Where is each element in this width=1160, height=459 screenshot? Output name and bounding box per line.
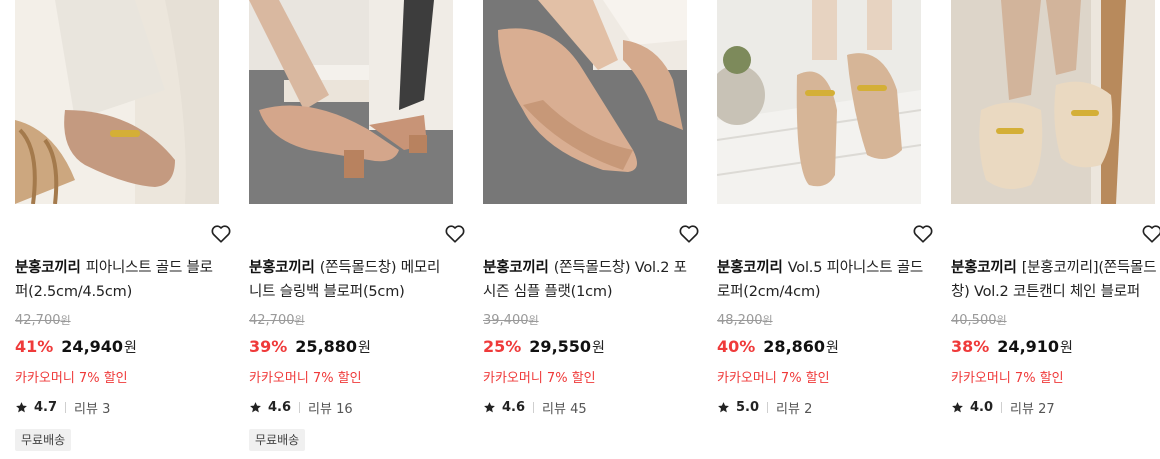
review-count: 리뷰 2 [776, 402, 813, 417]
heart-outline-icon [445, 225, 465, 243]
wishlist-button[interactable] [1140, 222, 1160, 246]
product-card[interactable]: 분홍코끼리 (쫀득몰드창) Vol.2 포시즌 심플 플랫(1cm) 39,400… [483, 0, 701, 459]
wishlist-button[interactable] [209, 222, 233, 246]
product-title[interactable]: 분홍코끼리 Vol.5 피아니스트 골드 로퍼(2cm/4cm) [717, 256, 925, 304]
product-title[interactable]: 분홍코끼리 (쫀득몰드창) Vol.2 포시즌 심플 플랫(1cm) [483, 256, 691, 304]
price-row: 41% 24,940 원 [15, 337, 137, 357]
star-icon [484, 402, 495, 413]
original-price: 42,700원 [15, 313, 71, 328]
rating-row: 4.6 리뷰 45 [483, 398, 587, 417]
heart-outline-icon [679, 225, 699, 243]
rating-value: 4.6 [268, 400, 292, 415]
discount-rate: 39% [249, 337, 288, 356]
discount-rate: 40% [717, 337, 756, 356]
sale-price: 24,940 [61, 337, 124, 356]
currency-unit: 원 [358, 340, 371, 356]
review-count: 리뷰 45 [542, 402, 587, 417]
discount-rate: 41% [15, 337, 54, 356]
currency-unit: 원 [592, 340, 605, 356]
product-grid: 분홍코끼리 피아니스트 골드 블로퍼(2.5cm/4.5cm) 42,700원 4… [0, 0, 1160, 459]
rating-value: 4.7 [34, 400, 58, 415]
product-image[interactable] [15, 0, 219, 204]
kakao-discount: 카카오머니 7% 할인 [717, 371, 830, 386]
free-shipping-badge: 무료배송 [249, 429, 306, 451]
kakao-discount: 카카오머니 7% 할인 [951, 371, 1064, 386]
discount-rate: 25% [483, 337, 522, 356]
sale-price: 25,880 [295, 337, 358, 356]
kakao-discount: 카카오머니 7% 할인 [249, 371, 362, 386]
product-title[interactable]: 분홍코끼리 피아니스트 골드 블로퍼(2.5cm/4.5cm) [15, 256, 223, 304]
star-icon [718, 402, 729, 413]
review-count: 리뷰 3 [74, 402, 111, 417]
original-price: 39,400원 [483, 313, 539, 328]
brand-name: 분홍코끼리 [951, 260, 1017, 276]
sale-price: 28,860 [763, 337, 826, 356]
product-image[interactable] [717, 0, 921, 204]
divider [767, 402, 769, 413]
free-shipping-badge: 무료배송 [15, 429, 72, 451]
product-image[interactable] [951, 0, 1155, 204]
rating-row: 4.7 리뷰 3 [15, 398, 110, 417]
brand-name: 분홍코끼리 [717, 260, 783, 276]
currency-unit: 원 [124, 340, 137, 356]
divider [533, 402, 535, 413]
product-photo-loafer [717, 0, 921, 204]
rating-value: 4.6 [502, 400, 526, 415]
divider [1001, 402, 1003, 413]
price-row: 40% 28,860 원 [717, 337, 839, 357]
wishlist-button[interactable] [443, 222, 467, 246]
product-photo-slingback [249, 0, 453, 204]
product-title[interactable]: 분홍코끼리 (쫀득몰드창) 메모리 니트 슬링백 블로퍼(5cm) [249, 256, 457, 304]
divider [65, 402, 67, 413]
kakao-discount: 카카오머니 7% 할인 [483, 371, 596, 386]
original-price: 48,200원 [717, 313, 773, 328]
star-icon [250, 402, 261, 413]
product-image[interactable] [249, 0, 453, 204]
rating-value: 5.0 [736, 400, 760, 415]
kakao-discount: 카카오머니 7% 할인 [15, 371, 128, 386]
price-row: 38% 24,910 원 [951, 337, 1073, 357]
brand-name: 분홍코끼리 [15, 260, 81, 276]
product-card[interactable]: 분홍코끼리 피아니스트 골드 블로퍼(2.5cm/4.5cm) 42,700원 4… [15, 0, 233, 459]
brand-name: 분홍코끼리 [483, 260, 549, 276]
rating-row: 5.0 리뷰 2 [717, 398, 812, 417]
price-row: 25% 29,550 원 [483, 337, 605, 357]
review-count: 리뷰 27 [1010, 402, 1055, 417]
product-title[interactable]: 분홍코끼리 [분홍코끼리](쫀득몰드창) Vol.2 코튼캔디 체인 블로퍼 [951, 256, 1159, 304]
heart-outline-icon [913, 225, 933, 243]
wishlist-button[interactable] [911, 222, 935, 246]
heart-outline-icon [211, 225, 231, 243]
product-photo-mule-gold [15, 0, 219, 204]
divider [299, 402, 301, 413]
sale-price: 29,550 [529, 337, 592, 356]
product-card[interactable]: 분홍코끼리 (쫀득몰드창) 메모리 니트 슬링백 블로퍼(5cm) 42,700원… [249, 0, 467, 459]
heart-outline-icon [1142, 225, 1160, 243]
rating-row: 4.6 리뷰 16 [249, 398, 353, 417]
price-row: 39% 25,880 원 [249, 337, 371, 357]
wishlist-button[interactable] [677, 222, 701, 246]
product-photo-chain-mule [951, 0, 1155, 204]
rating-value: 4.0 [970, 400, 994, 415]
original-price: 42,700원 [249, 313, 305, 328]
rating-row: 4.0 리뷰 27 [951, 398, 1055, 417]
sale-price: 24,910 [997, 337, 1060, 356]
brand-name: 분홍코끼리 [249, 260, 315, 276]
discount-rate: 38% [951, 337, 990, 356]
currency-unit: 원 [826, 340, 839, 356]
review-count: 리뷰 16 [308, 402, 353, 417]
product-photo-flat [483, 0, 687, 204]
original-price: 40,500원 [951, 313, 1007, 328]
product-image[interactable] [483, 0, 687, 204]
star-icon [952, 402, 963, 413]
currency-unit: 원 [1060, 340, 1073, 356]
product-card[interactable]: 분홍코끼리 [분홍코끼리](쫀득몰드창) Vol.2 코튼캔디 체인 블로퍼 40… [951, 0, 1160, 459]
product-card[interactable]: 분홍코끼리 Vol.5 피아니스트 골드 로퍼(2cm/4cm) 48,200원 … [717, 0, 935, 459]
star-icon [16, 402, 27, 413]
